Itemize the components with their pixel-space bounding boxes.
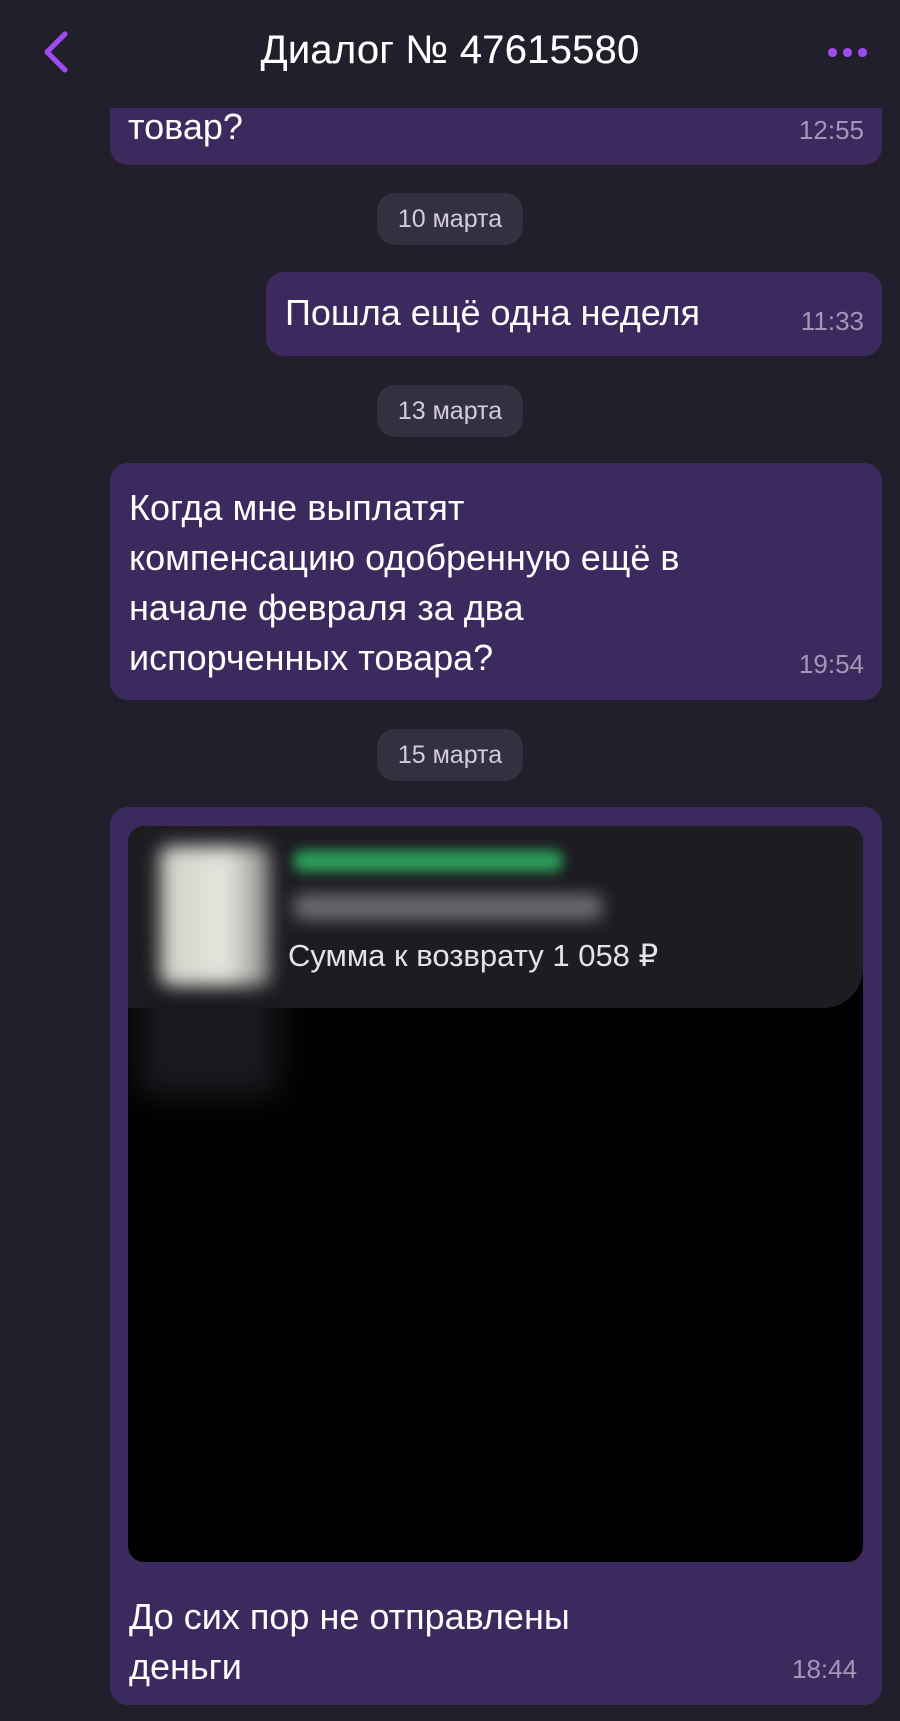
message-line: компенсацию одобренную ещё в [129, 537, 680, 578]
refund-card: Сумма к возврату 1 058 ₽ [128, 826, 863, 1096]
message-line: До сих пор не отправлены [129, 1596, 570, 1637]
top-bar-overlay: Диалог № 47615580 [0, 0, 900, 108]
date-separator: 10 марта [377, 193, 523, 245]
message-line: деньги [129, 1646, 242, 1687]
more-dot-2 [842, 47, 852, 57]
more-dots-icon [827, 47, 837, 57]
refund-amount: Сумма к возврату 1 058 ₽ [288, 938, 659, 973]
message-line: Когда мне выплатят [129, 487, 465, 528]
message-time: 18:44 [792, 1654, 858, 1684]
date-separator: 15 марта [377, 729, 523, 781]
message-text: Пошла ещё одна неделя [285, 292, 701, 333]
message-text: товар? [128, 106, 243, 147]
more-options-button-overlay[interactable] [822, 30, 872, 74]
message-text: До сих пор не отправлены деньги [129, 1592, 570, 1692]
message-text: Когда мне выплатят компенсацию одобренну… [129, 483, 680, 683]
dialog-title-overlay: Диалог № 47615580 [260, 28, 640, 72]
message-time: 19:54 [798, 649, 864, 679]
blurred-shadow [138, 976, 278, 1096]
message-bubble[interactable]: Пошла ещё одна неделя 11:33 [266, 272, 882, 356]
message-line: испорченных товара? [129, 637, 494, 678]
blurred-subtitle [293, 894, 603, 920]
message-bubble[interactable]: Когда мне выплатят компенсацию одобренну… [110, 463, 882, 700]
blurred-product-thumbnail [160, 846, 270, 986]
blurred-status [293, 850, 563, 872]
date-separator: 13 марта [377, 385, 523, 437]
more-dot-3 [857, 47, 867, 57]
screenshot-attachment[interactable]: Сумма к возврату 1 058 ₽ [128, 826, 863, 1562]
message-line: начале февраля за два [129, 587, 524, 628]
message-time: 12:55 [798, 115, 864, 145]
message-time: 11:33 [800, 306, 864, 336]
